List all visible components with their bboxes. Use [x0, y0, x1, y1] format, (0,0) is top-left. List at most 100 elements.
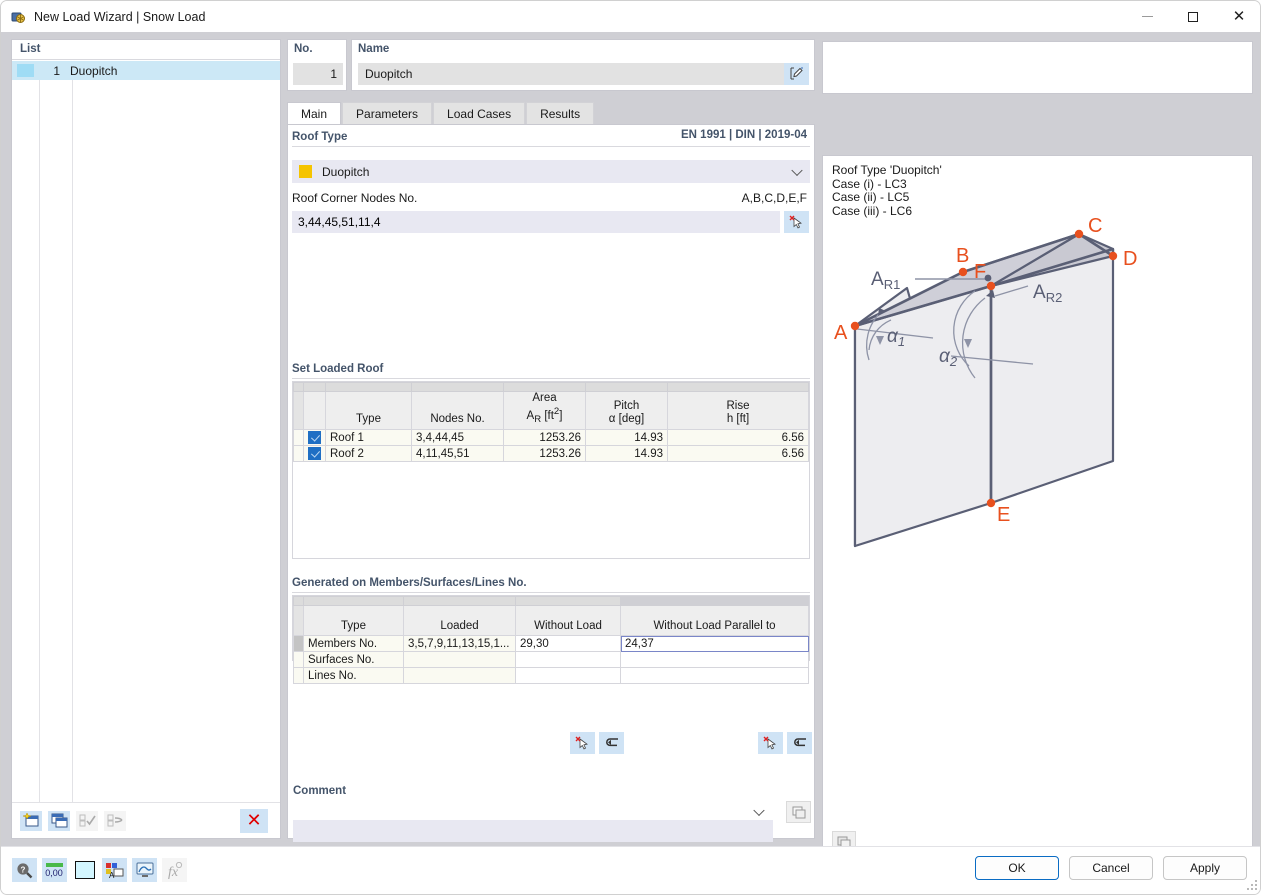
cancel-button[interactable]: Cancel: [1069, 856, 1153, 880]
set-loaded-roof-divider: [292, 378, 810, 379]
generated-on-group: Generated on Members/Surfaces/Lines No. …: [292, 575, 812, 770]
col-rise[interactable]: Rise h [ft]: [667, 390, 809, 431]
col-area-line1: Area: [532, 392, 557, 404]
cell-rise[interactable]: 6.56: [667, 445, 809, 463]
col-pitch[interactable]: Pitch α [deg]: [585, 390, 668, 431]
reset-members-button[interactable]: [599, 732, 624, 754]
ok-button-label: OK: [1008, 861, 1026, 875]
maximize-button[interactable]: [1170, 1, 1216, 32]
minimize-button[interactable]: [1124, 1, 1170, 32]
row-checkbox[interactable]: [303, 445, 326, 463]
ok-button[interactable]: OK: [975, 856, 1059, 880]
units-button[interactable]: 0,00: [42, 858, 67, 882]
list-item[interactable]: 1 Duopitch: [12, 61, 280, 80]
comment-library-button[interactable]: [786, 801, 811, 823]
col-nodes[interactable]: Nodes No.: [411, 390, 504, 431]
svg-text:AR1: AR1: [871, 269, 900, 292]
cell-type[interactable]: Roof 2: [325, 445, 412, 463]
delete-item-button[interactable]: ✕: [240, 808, 268, 833]
cell-gen-without[interactable]: [515, 651, 621, 668]
col-area[interactable]: Area AR [ft2]: [503, 390, 586, 431]
new-item-button[interactable]: [20, 810, 42, 831]
svg-text:B: B: [956, 245, 969, 267]
number-field-label: No.: [294, 43, 313, 55]
table-row[interactable]: Surfaces No.: [293, 651, 809, 668]
tab-main[interactable]: Main: [287, 102, 342, 124]
apply-button[interactable]: Apply: [1163, 856, 1247, 880]
cell-gen-loaded[interactable]: 3,5,7,9,11,13,15,1...: [403, 635, 516, 652]
maximize-icon: [1188, 11, 1198, 22]
chevron-down-icon: [791, 164, 803, 176]
pick-members-button[interactable]: [570, 732, 595, 754]
copy-item-button[interactable]: [48, 810, 70, 831]
svg-text:?: ?: [21, 865, 26, 874]
svg-text:D: D: [1123, 248, 1137, 270]
tab-load-cases[interactable]: Load Cases: [433, 102, 526, 124]
row-checkbox[interactable]: [303, 429, 326, 447]
cell-gen-without[interactable]: 29,30: [515, 635, 621, 652]
svg-text:A: A: [109, 871, 115, 879]
col-rise-line2: h [ft]: [726, 413, 750, 426]
col-pitch-line2: α [deg]: [608, 413, 645, 426]
col-gen-loaded[interactable]: Loaded: [403, 605, 516, 636]
row-grip: [293, 651, 304, 668]
cell-gen-parallel[interactable]: [620, 651, 809, 668]
table-row[interactable]: Roof 1 3,4,44,45 1253.26 14.93 6.56: [293, 429, 809, 447]
graphic-settings-button[interactable]: [132, 858, 157, 882]
cell-pitch[interactable]: 14.93: [585, 445, 668, 463]
name-edit-button[interactable]: [784, 63, 809, 85]
cell-gen-loaded[interactable]: [403, 651, 516, 668]
info-magnifier-button[interactable]: ?: [12, 858, 37, 882]
cell-area[interactable]: 1253.26: [503, 445, 586, 463]
table-spacer-row: [293, 382, 809, 392]
resize-grip[interactable]: [1247, 880, 1258, 891]
magnifier-question-icon: ?: [17, 862, 33, 878]
cell-area[interactable]: 1253.26: [503, 429, 586, 447]
cell-gen-without[interactable]: [515, 667, 621, 684]
cell-gen-type[interactable]: Surfaces No.: [303, 651, 404, 668]
color-button[interactable]: [72, 858, 97, 882]
cell-gen-type[interactable]: Members No.: [303, 635, 404, 652]
roof-type-select[interactable]: Duopitch: [292, 160, 810, 183]
cell-nodes[interactable]: 3,4,44,45: [411, 429, 504, 447]
pick-parallel-button[interactable]: [758, 732, 783, 754]
function-fx-icon: fx: [168, 861, 182, 879]
cell-rise[interactable]: 6.56: [667, 429, 809, 447]
info-text-block: Roof Type 'Duopitch' Case (i) - LC3 Case…: [832, 163, 942, 218]
name-input[interactable]: [358, 63, 786, 85]
cell-nodes[interactable]: 4,11,45,51: [411, 445, 504, 463]
number-input[interactable]: [293, 63, 343, 85]
col-gen-type[interactable]: Type: [303, 605, 404, 636]
col-nodes-label: Nodes No.: [430, 413, 485, 426]
tab-results-label: Results: [540, 106, 581, 121]
list-grid: 1 Duopitch: [12, 61, 280, 823]
roof-type-divider: [292, 146, 810, 147]
set-loaded-roof-group: Set Loaded Roof Type Nodes No. Area AR […: [292, 361, 810, 561]
snow-load-wizard-icon: [10, 9, 26, 25]
col-gen-parallel[interactable]: Without Load Parallel to: [620, 605, 809, 636]
table-row[interactable]: Members No. 3,5,7,9,11,13,15,1... 29,30 …: [293, 635, 809, 652]
cell-gen-type[interactable]: Lines No.: [303, 667, 404, 684]
cell-gen-loaded[interactable]: [403, 667, 516, 684]
svg-text:A: A: [834, 322, 848, 344]
cell-pitch[interactable]: 14.93: [585, 429, 668, 447]
roof-type-group: Roof Type EN 1991 | DIN | 2019-04 Duopit…: [292, 129, 810, 351]
comment-input[interactable]: [293, 820, 773, 842]
tab-results[interactable]: Results: [526, 102, 595, 124]
col-type[interactable]: Type: [325, 390, 412, 431]
minimize-icon: [1141, 16, 1153, 17]
table-row[interactable]: Lines No.: [293, 667, 809, 684]
roof-corner-nodes-input[interactable]: [292, 211, 780, 233]
cell-gen-parallel[interactable]: 24,37: [620, 635, 809, 652]
display-properties-button[interactable]: A: [102, 858, 127, 882]
chevron-down-icon[interactable]: [753, 804, 765, 817]
cell-gen-parallel[interactable]: [620, 667, 809, 684]
cell-type[interactable]: Roof 1: [325, 429, 412, 447]
tab-parameters[interactable]: Parameters: [342, 102, 433, 124]
col-gen-without[interactable]: Without Load: [515, 605, 621, 636]
roof-corner-nodes-pick-button[interactable]: [784, 211, 809, 233]
close-button[interactable]: ✕: [1216, 1, 1260, 32]
pick-cursor-icon: [789, 215, 802, 228]
table-row[interactable]: Roof 2 4,11,45,51 1253.26 14.93 6.56: [293, 445, 809, 463]
reset-parallel-button[interactable]: [787, 732, 812, 754]
